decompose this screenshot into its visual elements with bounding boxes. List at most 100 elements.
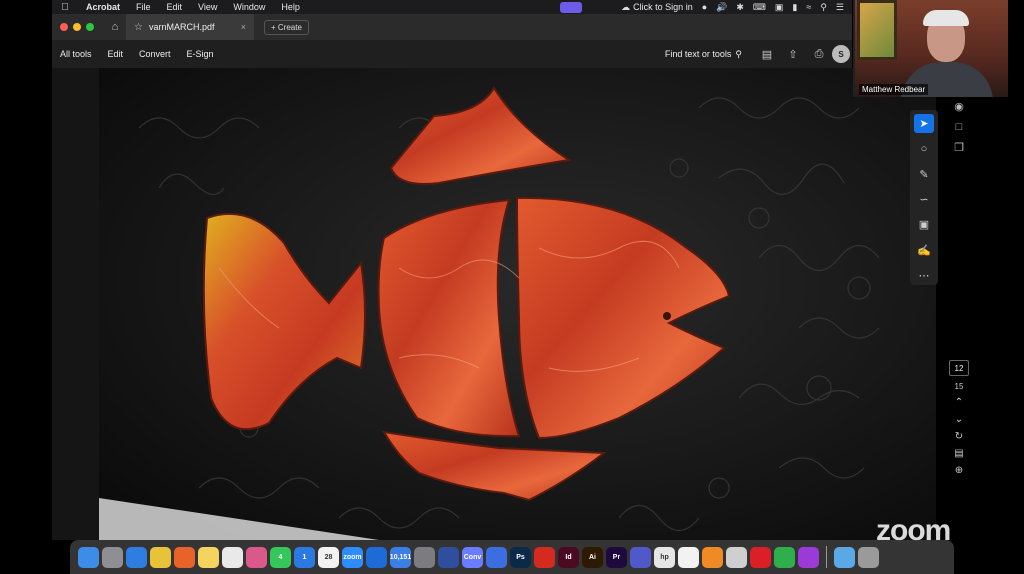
pdf-page	[99, 68, 936, 540]
dock-finder-icon[interactable]	[78, 546, 99, 568]
document-tab-title: varnMARCH.pdf	[148, 22, 215, 32]
star-icon[interactable]: ☆	[134, 22, 143, 33]
minimize-window-button[interactable]	[73, 23, 81, 31]
save-icon[interactable]: ▤	[754, 48, 780, 61]
upload-cloud-icon[interactable]: ⇧	[780, 48, 806, 61]
current-page-input[interactable]: 12	[949, 360, 969, 376]
chevron-down-icon[interactable]: ⌄	[955, 414, 963, 425]
dock-system-settings-icon[interactable]	[414, 546, 435, 568]
esign-button[interactable]: E-Sign	[179, 49, 222, 59]
dock-zoom-icon[interactable]: zoom	[342, 546, 363, 568]
dock-teams-icon[interactable]	[630, 546, 651, 568]
menu-window[interactable]: Window	[225, 2, 273, 12]
menu-app-name[interactable]: Acrobat	[78, 2, 128, 12]
dock-firefox-icon[interactable]	[174, 546, 195, 568]
dock-indesign-icon[interactable]: Id	[558, 546, 579, 568]
dock-ladder-icon[interactable]	[366, 546, 387, 568]
battery-icon[interactable]: ▮	[792, 2, 797, 13]
wall-picture	[857, 0, 897, 60]
dock-safari-icon[interactable]	[126, 546, 147, 568]
comment-add-icon[interactable]: ○	[914, 139, 934, 158]
dock-notes-icon[interactable]	[198, 546, 219, 568]
dock-photoshop-icon[interactable]: Ps	[510, 546, 531, 568]
zoom-in-icon[interactable]: ⊕	[955, 465, 963, 476]
dock-premiere-icon[interactable]: Pr	[606, 546, 627, 568]
participant-name-label: Matthew Redbear	[859, 84, 929, 95]
dock-folder-icon[interactable]	[834, 546, 855, 568]
highlight-pen-icon[interactable]: ✎	[914, 165, 934, 184]
dock-freeform-icon[interactable]	[222, 546, 243, 568]
document-viewer[interactable]	[52, 68, 936, 540]
home-icon[interactable]: ⌂	[104, 21, 126, 33]
document-export-icon[interactable]: ▤	[954, 448, 963, 459]
dock-word-app-icon[interactable]	[726, 546, 747, 568]
share-button[interactable]: S	[832, 45, 850, 63]
menu-file[interactable]: File	[128, 2, 159, 12]
dock-illustrator-icon[interactable]: Ai	[582, 546, 603, 568]
menu-view[interactable]: View	[190, 2, 225, 12]
dock-hp-icon[interactable]: hp	[654, 546, 675, 568]
dock-podcasts-icon[interactable]	[798, 546, 819, 568]
dock-messages-icon[interactable]: 4	[270, 546, 291, 568]
sign-in-status[interactable]: ☁ Click to Sign in	[621, 2, 693, 13]
macos-dock: 4 1 28 zoom 10,151 Conv Ps Id Ai Pr hp	[70, 540, 954, 574]
dock-mail-spark-icon[interactable]: 10,151	[390, 546, 411, 568]
select-cursor-icon[interactable]: ➤	[914, 114, 934, 134]
apple-menu-icon[interactable]: 	[52, 2, 78, 13]
teams-status-icon[interactable]: ●	[702, 2, 707, 12]
dock-chrome-icon[interactable]	[150, 546, 171, 568]
fish-artwork-image	[99, 68, 936, 540]
dock-numbers-icon[interactable]	[774, 546, 795, 568]
refresh-icon[interactable]: ↻	[955, 431, 963, 442]
dock-conv-icon[interactable]: Conv	[462, 546, 483, 568]
dock-acrobat-icon[interactable]	[534, 546, 555, 568]
document-tab[interactable]: ☆ varnMARCH.pdf ×	[126, 14, 254, 40]
convert-button[interactable]: Convert	[131, 49, 179, 59]
draw-freehand-icon[interactable]: ∽	[914, 190, 934, 209]
menu-help[interactable]: Help	[273, 2, 308, 12]
cloud-sync-icon: ☁	[621, 1, 631, 12]
control-center-icon[interactable]: ☰	[836, 2, 844, 13]
text-box-icon[interactable]: ▣	[914, 215, 934, 234]
zoom-window-button[interactable]	[86, 23, 94, 31]
dock-calendar-icon[interactable]: 28	[318, 546, 339, 568]
total-pages: 15	[954, 382, 964, 391]
annotation-tool-rail: ➤ ○ ✎ ∽ ▣ ✍ ⋯	[910, 110, 938, 285]
plus-icon: +	[271, 22, 278, 32]
close-tab-icon[interactable]: ×	[241, 22, 246, 32]
pages-panel-icon[interactable]: ❐	[954, 141, 964, 154]
more-options-icon[interactable]: ⋯	[914, 266, 934, 285]
close-window-button[interactable]	[60, 23, 68, 31]
print-icon[interactable]: ⎙	[806, 48, 832, 61]
comments-panel-icon[interactable]: □	[956, 121, 963, 133]
sign-icon[interactable]: ✍	[914, 240, 934, 259]
participant-cap	[923, 10, 969, 26]
window-controls	[52, 23, 104, 31]
dock-books-icon[interactable]	[702, 546, 723, 568]
edit-button[interactable]: Edit	[100, 49, 132, 59]
spotlight-icon[interactable]: ⚲	[820, 2, 827, 13]
dock-trash-icon[interactable]	[858, 546, 879, 568]
participant-video[interactable]: Matthew Redbear	[853, 0, 1008, 97]
menu-edit[interactable]: Edit	[159, 2, 191, 12]
volume-icon[interactable]: 🔊	[716, 2, 727, 13]
dock-creative-cloud-icon[interactable]	[750, 546, 771, 568]
acrobat-toolbar: All tools Edit Convert E-Sign Find text …	[52, 40, 852, 68]
wifi-icon[interactable]: ≈	[806, 2, 811, 12]
dock-mail-icon[interactable]: 1	[294, 546, 315, 568]
dock-photos-icon[interactable]	[246, 546, 267, 568]
all-tools-button[interactable]: All tools	[52, 49, 100, 59]
create-button[interactable]: + Create	[264, 19, 309, 35]
dock-preview-icon[interactable]	[438, 546, 459, 568]
chevron-up-icon[interactable]: ⌃	[955, 397, 963, 408]
bluetooth-icon[interactable]: ✱	[736, 2, 744, 13]
keyboard-icon[interactable]: ⌨	[753, 2, 766, 13]
cast-icon[interactable]: ▣	[775, 2, 784, 13]
find-text-or-tools[interactable]: Find text or tools ⚲	[665, 49, 754, 60]
dock-grid-app-icon[interactable]	[486, 546, 507, 568]
dock-launchpad-icon[interactable]	[102, 546, 123, 568]
dock-slack-icon[interactable]	[678, 546, 699, 568]
zoom-share-indicator-icon[interactable]	[560, 1, 583, 13]
sign-in-label: Click to Sign in	[633, 2, 693, 12]
ai-assistant-icon[interactable]: ◉	[954, 100, 964, 113]
